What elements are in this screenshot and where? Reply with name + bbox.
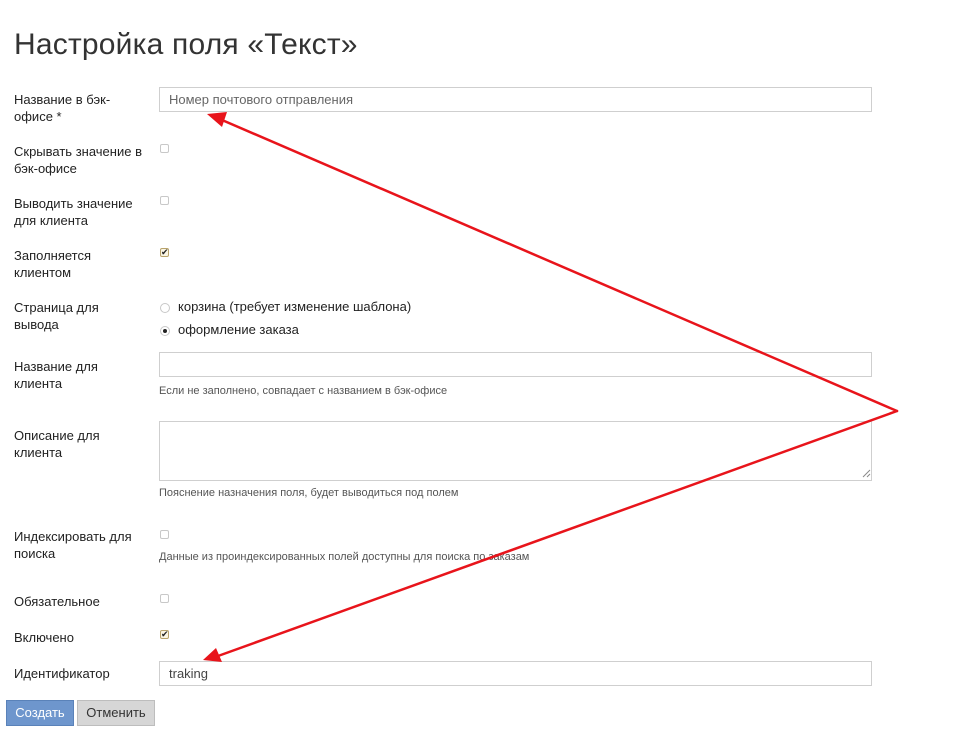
backoffice-name-label: Название в бэк-офисе * (14, 92, 111, 124)
output-page-label: Страница для вывода (14, 300, 99, 332)
page-title: Настройка поля «Текст» (14, 28, 358, 61)
client-description-hint: Пояснение назначения поля, будет выводит… (159, 487, 459, 499)
filled-by-client-label: Заполняется клиентом (14, 248, 92, 280)
client-name-hint: Если не заполнено, совпадает с названием… (159, 385, 448, 397)
backoffice-name-input[interactable]: Номер почтового отправления (159, 87, 872, 112)
client-description-textarea[interactable] (159, 421, 872, 481)
required-checkbox[interactable] (160, 594, 169, 603)
show-to-client-checkbox[interactable] (160, 196, 169, 205)
create-button[interactable]: Создать (6, 700, 74, 726)
client-description-label: Описание для клиента (14, 428, 100, 460)
client-name-label: Название для клиента (14, 359, 98, 391)
identifier-input[interactable]: traking (159, 661, 872, 686)
index-for-search-label: Индексировать для поиска (14, 529, 132, 561)
index-for-search-hint: Данные из проиндексированных полей досту… (159, 551, 530, 563)
filled-by-client-checkbox[interactable]: ✔ (160, 247, 169, 257)
annotation-arrowhead-icon (203, 648, 222, 662)
client-name-input[interactable] (159, 352, 872, 377)
annotation-arrowhead-icon (207, 112, 227, 127)
hide-in-backoffice-checkbox[interactable] (160, 144, 169, 153)
checkmark-icon: ✔ (161, 247, 169, 257)
output-page-radio-cart[interactable] (160, 303, 170, 313)
checkmark-icon: ✔ (161, 629, 169, 639)
index-for-search-checkbox[interactable] (160, 530, 169, 539)
output-page-option-cart-label[interactable]: корзина (требует изменение шаблона) (178, 298, 411, 315)
cancel-button[interactable]: Отменить (77, 700, 155, 726)
output-page-radio-checkout[interactable] (160, 326, 170, 336)
output-page-option-checkout-label[interactable]: оформление заказа (178, 321, 299, 338)
resize-handle-icon[interactable] (862, 469, 871, 478)
required-label: Обязательное (14, 594, 100, 609)
enabled-checkbox[interactable]: ✔ (160, 629, 169, 639)
hide-in-backoffice-label: Скрывать значение в бэк-офисе (14, 144, 142, 176)
show-to-client-label: Выводить значение для клиента (14, 196, 133, 228)
identifier-label: Идентификатор (14, 666, 110, 681)
enabled-label: Включено (14, 630, 74, 645)
